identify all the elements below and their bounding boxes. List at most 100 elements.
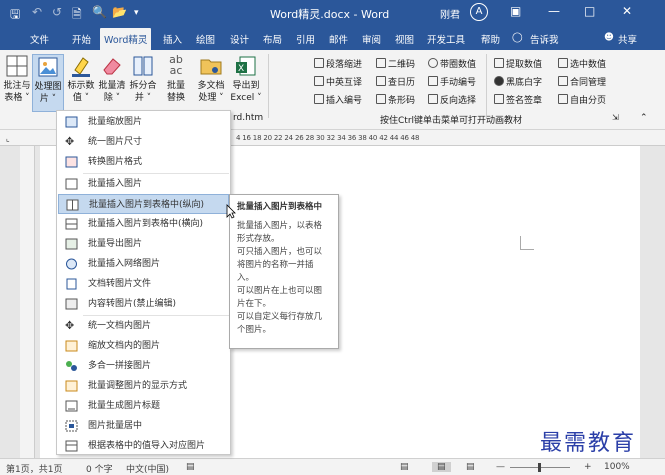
read-mode-icon[interactable]: ▤ bbox=[400, 462, 409, 472]
minimize-icon[interactable]: — bbox=[548, 4, 560, 18]
tab-design[interactable]: 设计 bbox=[230, 32, 249, 46]
split-merge-button[interactable]: 拆分合并 ˅ bbox=[128, 54, 158, 104]
menu-item-export-images[interactable]: 批量导出图片 bbox=[58, 234, 229, 254]
menu-item-unify-size[interactable]: ✥ 统一图片尺寸 bbox=[58, 132, 229, 152]
ribbon-display-icon[interactable]: ▣ bbox=[510, 4, 521, 18]
tab-home[interactable]: 开始 bbox=[72, 32, 91, 46]
undo-icon[interactable]: ↶ bbox=[32, 5, 42, 19]
reverse-select-button[interactable]: 反向选择 bbox=[428, 93, 476, 106]
table-image-icon bbox=[65, 218, 78, 230]
vertical-ruler[interactable] bbox=[20, 146, 35, 458]
ribbon-tabs: 文件 开始 Word精灵 插入 绘图 设计 布局 引用 邮件 审阅 视图 开发工… bbox=[0, 25, 665, 50]
tab-insert[interactable]: 插入 bbox=[163, 32, 182, 46]
zoom-out-icon[interactable]: — bbox=[496, 462, 505, 472]
resize-icon: ✥ bbox=[65, 319, 75, 332]
close-icon[interactable]: ✕ bbox=[622, 4, 632, 18]
tab-mailings[interactable]: 邮件 bbox=[329, 32, 348, 46]
tab-file[interactable]: 文件 bbox=[30, 32, 49, 46]
web-layout-icon[interactable]: ▤ bbox=[466, 462, 475, 472]
tab-layout[interactable]: 布局 bbox=[263, 32, 282, 46]
menu-item-insert-table-vertical[interactable]: 批量插入图片到表格中(纵向) bbox=[58, 194, 229, 214]
insert-numbering-button[interactable]: 插入编号 bbox=[314, 93, 362, 106]
zoom-level[interactable]: 100% bbox=[604, 462, 630, 472]
export-image-icon bbox=[65, 238, 78, 250]
status-bar: 第1页，共1页 0 个字 中文(中国) ▤ ▤ ▤ ▤ — + 100% bbox=[0, 458, 665, 475]
open-folder-icon[interactable]: 📂 bbox=[112, 5, 127, 19]
caption-icon bbox=[65, 400, 78, 412]
save-icon[interactable]: 🖫 bbox=[10, 5, 20, 26]
layout-image-icon bbox=[65, 380, 78, 392]
contract-manage-button[interactable]: 合同管理 bbox=[558, 75, 606, 88]
mark-values-button[interactable]: 标示数值 ˅ bbox=[66, 54, 96, 104]
tab-review[interactable]: 审阅 bbox=[362, 32, 381, 46]
extract-values-button[interactable]: 提取数值 bbox=[494, 57, 542, 70]
maximize-icon[interactable]: □ bbox=[584, 4, 595, 18]
manual-numbering-button[interactable]: 手动编号 bbox=[428, 75, 476, 88]
batch-replace-button[interactable]: ab ac 批量 替换 bbox=[162, 54, 190, 104]
process-images-button[interactable]: 处理图片 ˅ bbox=[32, 54, 64, 112]
language-indicator[interactable]: 中文(中国) bbox=[126, 462, 169, 475]
export-excel-button[interactable]: X 导出到 Excel ˅ bbox=[229, 54, 263, 104]
avatar[interactable]: A bbox=[470, 3, 488, 21]
free-page-break-button[interactable]: 自由分页 bbox=[558, 93, 606, 106]
dialog-launcher-icon[interactable]: ⇲ bbox=[612, 113, 619, 122]
tab-word-jingling[interactable]: Word精灵 bbox=[100, 28, 152, 50]
menu-item-batch-scale[interactable]: 批量缩放图片 bbox=[58, 112, 229, 132]
redo-icon[interactable]: ↺ bbox=[52, 5, 62, 19]
tab-references[interactable]: 引用 bbox=[296, 32, 315, 46]
tab-selector-icon[interactable]: ⌞ bbox=[6, 134, 10, 143]
tooltip-title: 批量插入图片到表格中 bbox=[237, 202, 323, 212]
menu-item-merge-images[interactable]: 多合一拼接图片 bbox=[58, 356, 229, 376]
menu-item-convert-format[interactable]: 转换图片格式 bbox=[58, 152, 229, 172]
customize-qat-icon[interactable]: ▾ bbox=[134, 8, 139, 18]
circled-number-button[interactable]: 带圈数值 bbox=[428, 57, 476, 70]
menu-item-unify-doc-images[interactable]: ✥ 统一文档内图片 bbox=[58, 316, 229, 336]
image-scale-icon bbox=[65, 116, 78, 128]
import-by-value-icon bbox=[65, 440, 78, 452]
menu-item-generate-captions[interactable]: 批量生成图片标题 bbox=[58, 396, 229, 416]
zoom-in-icon[interactable]: + bbox=[584, 462, 592, 472]
zoom-image-icon bbox=[65, 340, 78, 352]
print-preview-icon[interactable]: 🔍 bbox=[92, 5, 107, 19]
eraser-icon bbox=[103, 58, 121, 75]
page-break-icon bbox=[558, 94, 568, 104]
paragraph-indent-button[interactable]: 段落缩进 bbox=[314, 57, 362, 70]
menu-item-adjust-display[interactable]: 批量调整图片的显示方式 bbox=[58, 376, 229, 396]
menu-tooltip: 批量插入图片到表格中 批量插入图片，以表格 形式存放。 可只插入图片，也可以 将… bbox=[229, 194, 339, 349]
convert-format-icon bbox=[65, 156, 78, 168]
collapse-ribbon-icon[interactable]: ⌃ bbox=[640, 113, 648, 123]
signature-stamp-button[interactable]: 签名签章 bbox=[494, 93, 542, 106]
batch-clear-button[interactable]: 批量清除 ˅ bbox=[97, 54, 127, 104]
menu-item-content-to-image[interactable]: 内容转图片(禁止编辑) bbox=[58, 294, 229, 314]
menu-item-web-images[interactable]: 批量插入网络图片 bbox=[58, 254, 229, 274]
menu-item-insert-images[interactable]: 批量插入图片 bbox=[58, 174, 229, 194]
qrcode-button[interactable]: 二维码 bbox=[376, 57, 415, 70]
calendar-button[interactable]: 查日历 bbox=[376, 75, 415, 88]
comments-tables-button[interactable]: 批注与 表格 ˅ bbox=[2, 54, 32, 104]
white-on-black-button[interactable]: 黑底白字 bbox=[494, 75, 542, 88]
print-layout-icon[interactable]: ▤ bbox=[432, 462, 451, 472]
tell-me-search[interactable]: 告诉我 bbox=[530, 32, 559, 46]
word-count[interactable]: 0 个字 bbox=[86, 462, 113, 475]
zoom-slider-thumb[interactable] bbox=[538, 463, 541, 472]
menu-item-zoom-doc-images[interactable]: 缩放文档内的图片 bbox=[58, 336, 229, 356]
share-button[interactable]: 共享 bbox=[618, 32, 637, 46]
multi-doc-button[interactable]: 多文档 处理 ˅ bbox=[194, 54, 228, 104]
tab-draw[interactable]: 绘图 bbox=[196, 32, 215, 46]
menu-item-doc-to-image[interactable]: 文档转图片文件 bbox=[58, 274, 229, 294]
page-count[interactable]: 第1页，共1页 bbox=[6, 462, 62, 475]
user-name[interactable]: 刚君 bbox=[440, 6, 460, 21]
menu-item-center-images[interactable]: 图片批量居中 bbox=[58, 416, 229, 436]
tab-view[interactable]: 视图 bbox=[395, 32, 414, 46]
macro-record-icon[interactable]: ▤ bbox=[186, 462, 195, 472]
barcode-button[interactable]: 条形码 bbox=[376, 93, 415, 106]
tab-help[interactable]: 帮助 bbox=[481, 32, 500, 46]
select-values-button[interactable]: 选中数值 bbox=[558, 57, 606, 70]
process-images-menu: 批量缩放图片 ✥ 统一图片尺寸 转换图片格式 批量插入图片 批量插入图片到表格中(… bbox=[56, 110, 231, 455]
menu-item-import-by-value[interactable]: 根据表格中的值导入对应图片 bbox=[58, 436, 229, 456]
tab-developer[interactable]: 开发工具 bbox=[427, 32, 465, 46]
menu-item-insert-table-horizontal[interactable]: 批量插入图片到表格中(横向) bbox=[58, 214, 229, 234]
translate-button[interactable]: 中英互译 bbox=[314, 75, 362, 88]
contract-icon bbox=[558, 76, 568, 86]
new-doc-icon[interactable]: 🗎 bbox=[72, 5, 82, 26]
